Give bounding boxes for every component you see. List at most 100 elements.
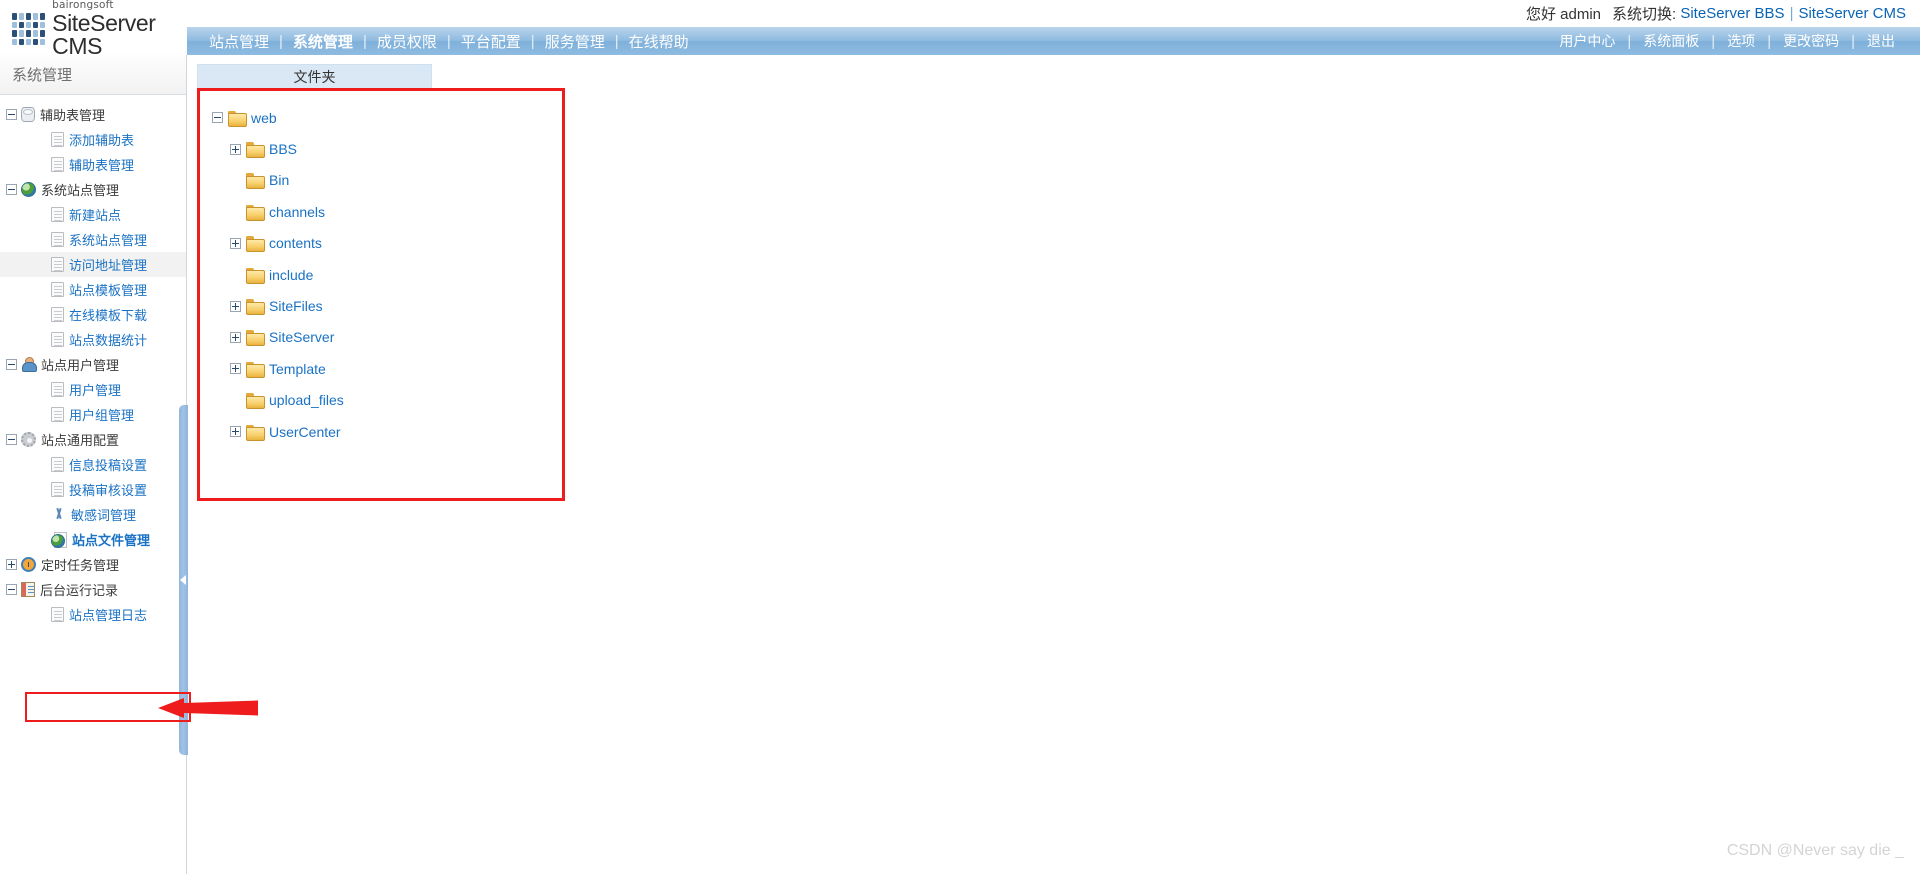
folder-icon [246, 299, 265, 316]
sidebar-item-9[interactable]: 站点数据统计 [0, 327, 186, 352]
sidebar-item-7[interactable]: 站点模板管理 [0, 277, 186, 302]
sidebar-item-label: 用户管理 [69, 383, 122, 398]
spacer-icon [36, 609, 47, 620]
sidebar-item-2[interactable]: 辅助表管理 [0, 152, 186, 177]
sidebar-item-label: 站点模板管理 [69, 283, 148, 298]
gear-icon [21, 432, 36, 447]
sidebar-item-label: 用户组管理 [69, 408, 135, 423]
document-icon [51, 607, 64, 622]
sidebar-item-19[interactable]: 后台运行记录 [0, 577, 186, 602]
globe-icon [21, 182, 36, 197]
nav-item-site-management[interactable]: 站点管理 [200, 31, 278, 52]
nav-item-online-help[interactable]: 在线帮助 [620, 31, 698, 52]
sidebar-item-18[interactable]: 定时任务管理 [0, 552, 186, 577]
nav-item-system-panel[interactable]: 系统面板 [1632, 31, 1710, 51]
sidebar-item-6[interactable]: 访问地址管理 [0, 252, 186, 277]
nav-item-user-center[interactable]: 用户中心 [1548, 31, 1626, 51]
sidebar-item-4[interactable]: 新建站点 [0, 202, 186, 227]
tab-folder[interactable]: 文件夹 [197, 64, 432, 88]
sidebar-item-20[interactable]: 站点管理日志 [0, 602, 186, 627]
sidebar-item-0[interactable]: 辅助表管理 [0, 102, 186, 127]
nav-item-logout[interactable]: 退出 [1856, 31, 1906, 51]
spacer-icon [36, 234, 47, 245]
sidebar-item-label: 站点数据统计 [69, 333, 148, 348]
folder-tree-item-label: SiteServer [269, 329, 335, 346]
sidebar-item-16[interactable]: 敏感词管理 [0, 502, 186, 527]
collapse-minus-icon[interactable] [212, 112, 223, 124]
sidebar-item-15[interactable]: 投稿审核设置 [0, 477, 186, 502]
folder-tree-item[interactable]: UserCenter [208, 416, 562, 447]
folder-tree-item[interactable]: contents [208, 228, 562, 259]
expand-plus-icon[interactable] [230, 363, 241, 375]
nav-item-member-permissions[interactable]: 成员权限 [368, 31, 446, 52]
spacer-icon [36, 484, 47, 495]
nav-item-options[interactable]: 选项 [1716, 31, 1766, 51]
folder-tree-item[interactable]: Template [208, 353, 562, 384]
collapse-minus-icon[interactable] [6, 184, 17, 195]
spacer-icon [36, 509, 47, 520]
collapse-minus-icon[interactable] [6, 109, 17, 120]
expand-plus-icon[interactable] [230, 143, 241, 155]
expand-plus-icon[interactable] [6, 559, 17, 570]
sidebar-title: 系统管理 [0, 55, 186, 95]
database-icon [21, 107, 35, 122]
folder-tree-item[interactable]: SiteServer [208, 322, 562, 353]
spacer-icon [36, 284, 47, 295]
spacer-icon [36, 159, 47, 170]
folder-tree-item[interactable]: BBS [208, 133, 562, 164]
sidebar-item-10[interactable]: 站点用户管理 [0, 352, 186, 377]
document-icon [51, 157, 64, 172]
greeting-text: 您好 admin [1525, 6, 1601, 23]
clock-icon [21, 557, 36, 572]
document-icon [51, 457, 64, 472]
folder-tree-item[interactable]: include [208, 259, 562, 290]
user-icon [21, 357, 37, 372]
nav-item-service-management[interactable]: 服务管理 [536, 31, 614, 52]
sidebar-item-label: 添加辅助表 [69, 133, 135, 148]
sidebar-item-1[interactable]: 添加辅助表 [0, 127, 186, 152]
folder-icon [246, 236, 265, 253]
sidebar-item-label: 定时任务管理 [41, 558, 120, 573]
brand-logo[interactable]: bairongsoft SiteServer CMS [12, 0, 184, 57]
sidebar-item-12[interactable]: 用户组管理 [0, 402, 186, 427]
sidebar-item-3[interactable]: 系统站点管理 [0, 177, 186, 202]
folder-tree-item[interactable]: channels [208, 196, 562, 227]
expand-plus-icon[interactable] [230, 426, 241, 438]
sidebar-item-8[interactable]: 在线模板下载 [0, 302, 186, 327]
sidebar-item-14[interactable]: 信息投稿设置 [0, 452, 186, 477]
nav-item-platform-config[interactable]: 平台配置 [452, 31, 530, 52]
sidebar-item-13[interactable]: 站点通用配置 [0, 427, 186, 452]
collapse-minus-icon[interactable] [6, 434, 17, 445]
folder-icon [228, 110, 247, 127]
sidebar-item-11[interactable]: 用户管理 [0, 377, 186, 402]
expand-plus-icon[interactable] [230, 300, 241, 312]
sidebar-item-5[interactable]: 系统站点管理 [0, 227, 186, 252]
folder-tree-item[interactable]: Bin [208, 165, 562, 196]
collapse-left-triangle-icon[interactable] [180, 575, 186, 585]
sidebar-item-17[interactable]: 站点文件管理 [0, 527, 186, 552]
switch-link-bbs[interactable]: SiteServer BBS [1680, 5, 1784, 22]
folder-tree-item[interactable]: SiteFiles [208, 290, 562, 321]
folder-icon [246, 204, 265, 221]
folder-tree-item[interactable]: web [208, 102, 562, 133]
expand-plus-icon[interactable] [230, 331, 241, 343]
nav-item-system-management[interactable]: 系统管理 [284, 31, 362, 52]
book-icon [21, 582, 35, 597]
folder-icon [246, 393, 265, 410]
sidebar-menu-tree: 辅助表管理 添加辅助表 辅助表管理 系统站点管理 新建站点 系统站点管理 访问地址管理 站点模… [0, 95, 186, 627]
nav-item-change-password[interactable]: 更改密码 [1772, 31, 1850, 51]
document-icon [51, 307, 64, 322]
document-icon [51, 232, 64, 247]
folder-tree-item[interactable]: upload_files [208, 385, 562, 416]
collapse-minus-icon[interactable] [6, 584, 17, 595]
collapse-minus-icon[interactable] [6, 359, 17, 370]
sidebar-item-label: 信息投稿设置 [69, 458, 148, 473]
expand-plus-icon[interactable] [230, 237, 241, 249]
sidebar-item-label: 在线模板下载 [69, 308, 148, 323]
folder-icon [246, 142, 265, 159]
document-icon [51, 207, 64, 222]
switch-link-cms[interactable]: SiteServer CMS [1798, 5, 1906, 22]
brand-title: SiteServer CMS [52, 9, 156, 59]
document-icon [51, 257, 64, 272]
panel-splitter[interactable] [179, 405, 188, 755]
